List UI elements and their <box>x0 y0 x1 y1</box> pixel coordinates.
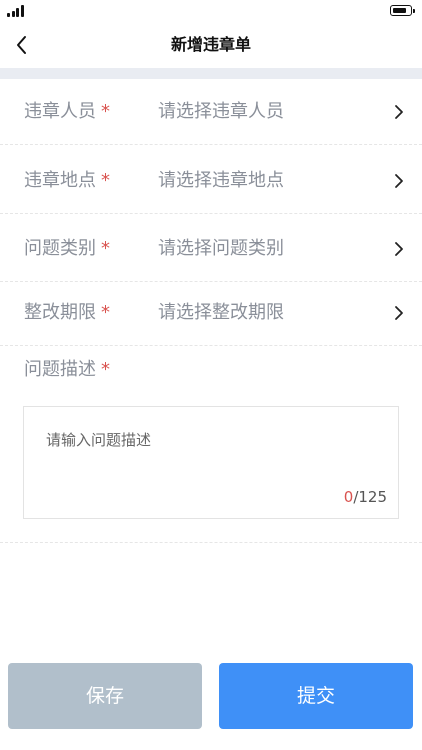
field-label: 违章人员 * <box>24 101 110 122</box>
battery-fill <box>392 7 406 13</box>
section-separator <box>0 68 422 79</box>
required-mark: * <box>101 302 110 323</box>
field-label: 整改期限 * <box>24 302 110 323</box>
field-placeholder: 请选择违章人员 <box>158 101 284 122</box>
signal-icon <box>7 5 27 17</box>
chevron-right-icon <box>395 174 403 188</box>
save-button[interactable]: 保存 <box>8 663 202 729</box>
status-bar <box>0 0 422 22</box>
required-mark: * <box>101 101 110 122</box>
back-button[interactable] <box>8 30 38 60</box>
description-label: 问题描述 * <box>24 359 110 380</box>
required-mark: * <box>101 359 110 380</box>
select-location-row[interactable]: 违章地点 * 请选择违章地点 <box>0 148 422 214</box>
field-label: 违章地点 * <box>24 170 110 191</box>
field-placeholder: 请选择违章地点 <box>158 170 284 191</box>
divider <box>0 542 422 543</box>
description-textarea[interactable] <box>24 407 398 487</box>
character-counter: 0/125 <box>344 488 387 506</box>
nav-bar: 新增违章单 <box>0 22 422 68</box>
submit-button[interactable]: 提交 <box>219 663 413 729</box>
select-deadline-row[interactable]: 整改期限 * 请选择整改期限 <box>0 280 422 346</box>
select-violator-row[interactable]: 违章人员 * 请选择违章人员 <box>0 79 422 145</box>
field-placeholder: 请选择问题类别 <box>158 238 284 259</box>
field-label: 问题类别 * <box>24 238 110 259</box>
chevron-right-icon <box>395 105 403 119</box>
page-title: 新增违章单 <box>170 35 251 54</box>
field-placeholder: 请选择整改期限 <box>158 302 284 323</box>
chevron-right-icon <box>395 242 403 256</box>
character-count: 0 <box>343 488 354 506</box>
required-mark: * <box>101 238 110 259</box>
description-box: 0/125 <box>23 406 399 519</box>
chevron-right-icon <box>395 306 403 320</box>
battery-icon <box>390 5 415 16</box>
character-max: /125 <box>353 488 387 506</box>
chevron-left-icon <box>17 36 26 54</box>
select-category-row[interactable]: 问题类别 * 请选择问题类别 <box>0 216 422 282</box>
required-mark: * <box>101 170 110 191</box>
